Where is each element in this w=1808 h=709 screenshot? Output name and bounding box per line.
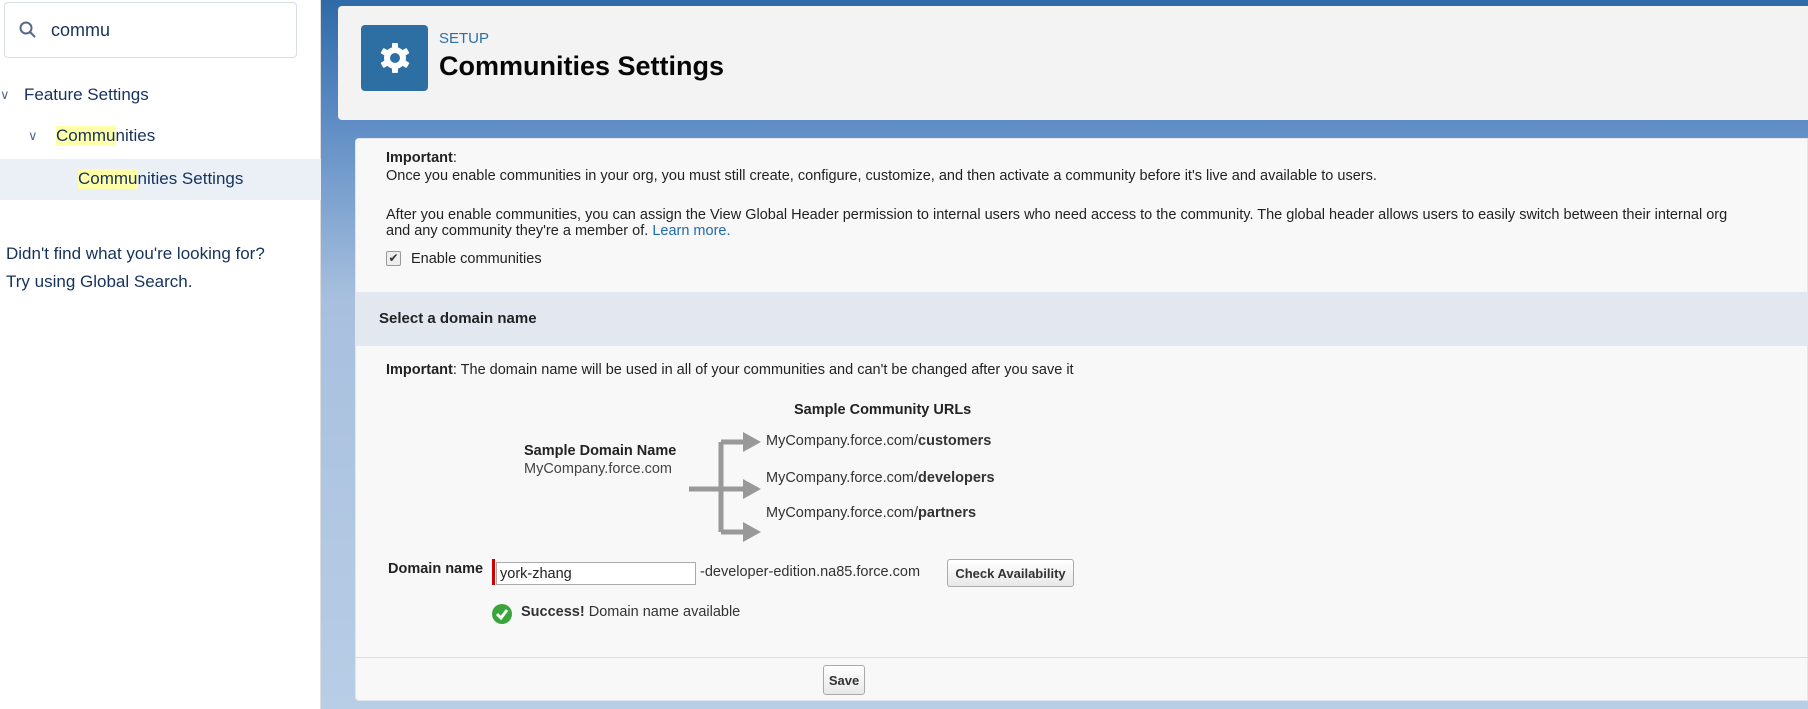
enable-communities-label: Enable communities (411, 251, 542, 267)
page-title: Communities Settings (439, 51, 725, 81)
intro-text-2: After you enable communities, you can as… (386, 207, 1728, 223)
save-button[interactable]: Save (823, 665, 865, 695)
branch-arrows-icon (689, 432, 761, 542)
tree-item-label: nities Settings (137, 169, 244, 188)
tree-item-communities-settings-label[interactable]: Commu nities Settings (78, 169, 243, 189)
no-results-help: Didn't find what you're looking for? Try… (6, 240, 265, 296)
setup-gear-icon (361, 25, 428, 91)
chevron-down-icon: ∨ (28, 128, 38, 143)
sample-url-customers: MyCompany.force.com/customers (766, 433, 992, 449)
divider (355, 657, 1808, 658)
chevron-down-icon: ∨ (0, 87, 10, 102)
search-icon (19, 21, 36, 38)
enable-communities-checkbox[interactable]: ✔ (386, 251, 401, 266)
help-text: Didn't find what you're looking for? (6, 244, 265, 263)
sample-domain-title: Sample Domain Name (524, 443, 677, 459)
tree-item-communities[interactable]: ∨ Commu nities (28, 126, 155, 146)
sample-urls-title: Sample Community URLs (794, 402, 972, 418)
section-header: Select a domain name (355, 292, 1808, 346)
domain-name-input[interactable] (496, 562, 696, 585)
setup-sidebar: ∨ Feature Settings ∨ Communities Communi… (0, 0, 321, 709)
gear-icon (380, 43, 409, 73)
domain-suffix: -developer-edition.na85.force.com (700, 564, 921, 580)
breadcrumb[interactable]: SETUP (439, 30, 489, 47)
required-indicator (492, 559, 495, 585)
intro-text-3: and any community they're a member of. L… (386, 223, 731, 239)
section-title: Select a domain name (379, 310, 537, 327)
check-availability-button[interactable]: Check Availability (947, 559, 1074, 587)
domain-name-label: Domain name (388, 561, 484, 577)
success-message: Success! Domain name available (521, 604, 741, 620)
quick-find-search[interactable] (4, 2, 297, 58)
search-match-highlight: Commu (56, 126, 116, 146)
tree-item-feature-settings[interactable]: ∨ Feature Settings (0, 85, 149, 105)
sample-url-partners: MyCompany.force.com/partners (766, 505, 977, 521)
global-search-hint: Try using Global Search. (6, 272, 193, 291)
success-check-icon (492, 604, 512, 624)
important-label: Important: (386, 150, 457, 166)
sample-url-developers: MyCompany.force.com/developers (766, 470, 995, 486)
intro-text: Once you enable communities in your org,… (386, 168, 1377, 184)
learn-more-link[interactable]: Learn more. (652, 223, 730, 239)
domain-important-note: Important: The domain name will be used … (386, 362, 1074, 378)
tree-item-label: Feature Settings (24, 85, 149, 104)
search-match-highlight: Commu (78, 169, 138, 189)
quick-find-input[interactable] (51, 19, 271, 41)
sample-domain: MyCompany.force.com (524, 461, 672, 477)
tree-item-label: nities (115, 126, 156, 145)
